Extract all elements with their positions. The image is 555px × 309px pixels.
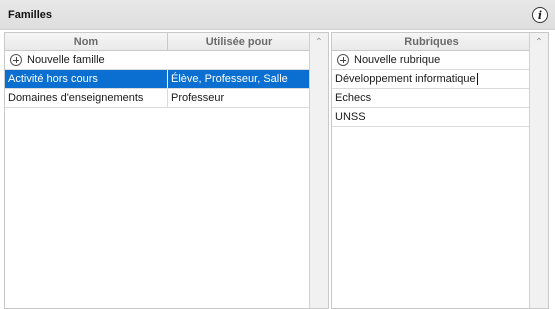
rubrique-edit-field[interactable]: Développement informatique bbox=[332, 70, 531, 88]
families-panel: Nom Utilisée pour Nouvelle famille Activ… bbox=[4, 32, 329, 309]
rubriques-header: Rubriques bbox=[332, 33, 531, 51]
rubrique-row-unss[interactable]: UNSS bbox=[332, 108, 531, 127]
rubriques-grid: Rubriques Nouvelle rubrique Développemen… bbox=[332, 33, 531, 308]
rubrique-edit-text[interactable]: Développement informatique bbox=[335, 73, 476, 85]
family-used-for-cell[interactable]: Élève, Professeur, Salle bbox=[168, 70, 310, 88]
column-header-rubriques[interactable]: Rubriques bbox=[332, 33, 531, 50]
rubrique-cell[interactable]: UNSS bbox=[332, 108, 531, 126]
page-title: Familles bbox=[8, 9, 53, 21]
family-name-cell[interactable]: Domaines d'enseignements bbox=[5, 89, 168, 107]
family-name-cell[interactable]: Activité hors cours bbox=[5, 70, 168, 88]
title-bar: Familles i bbox=[0, 0, 555, 30]
rubriques-panel: Rubriques Nouvelle rubrique Développemen… bbox=[331, 32, 549, 309]
text-caret bbox=[476, 73, 478, 85]
info-icon[interactable]: i bbox=[532, 7, 548, 23]
families-header: Nom Utilisée pour bbox=[5, 33, 310, 51]
add-family-label: Nouvelle famille bbox=[27, 54, 105, 66]
column-header-used-for[interactable]: Utilisée pour bbox=[168, 33, 310, 50]
add-family-button[interactable]: Nouvelle famille bbox=[5, 51, 310, 69]
add-icon bbox=[337, 54, 349, 66]
scroll-up-arrow-icon[interactable]: ⌃ bbox=[310, 33, 328, 51]
add-rubrique-label: Nouvelle rubrique bbox=[354, 54, 441, 66]
add-family-row[interactable]: Nouvelle famille bbox=[5, 51, 310, 70]
rubrique-cell[interactable]: Echecs bbox=[332, 89, 531, 107]
rubrique-row-developpement[interactable]: Développement informatique bbox=[332, 70, 531, 89]
family-row-activite[interactable]: Activité hors cours Élève, Professeur, S… bbox=[5, 70, 310, 89]
family-used-for-cell[interactable]: Professeur bbox=[168, 89, 310, 107]
scroll-up-arrow-icon[interactable]: ⌃ bbox=[530, 33, 548, 51]
add-rubrique-row[interactable]: Nouvelle rubrique bbox=[332, 51, 531, 70]
add-rubrique-button[interactable]: Nouvelle rubrique bbox=[332, 51, 531, 69]
rubrique-row-echecs[interactable]: Echecs bbox=[332, 89, 531, 108]
add-icon bbox=[10, 54, 22, 66]
families-grid: Nom Utilisée pour Nouvelle famille Activ… bbox=[5, 33, 310, 308]
rubriques-scrollbar[interactable]: ⌃ bbox=[529, 33, 548, 308]
family-row-domaines[interactable]: Domaines d'enseignements Professeur bbox=[5, 89, 310, 108]
families-scrollbar[interactable]: ⌃ bbox=[309, 33, 328, 308]
column-header-nom[interactable]: Nom bbox=[5, 33, 168, 50]
